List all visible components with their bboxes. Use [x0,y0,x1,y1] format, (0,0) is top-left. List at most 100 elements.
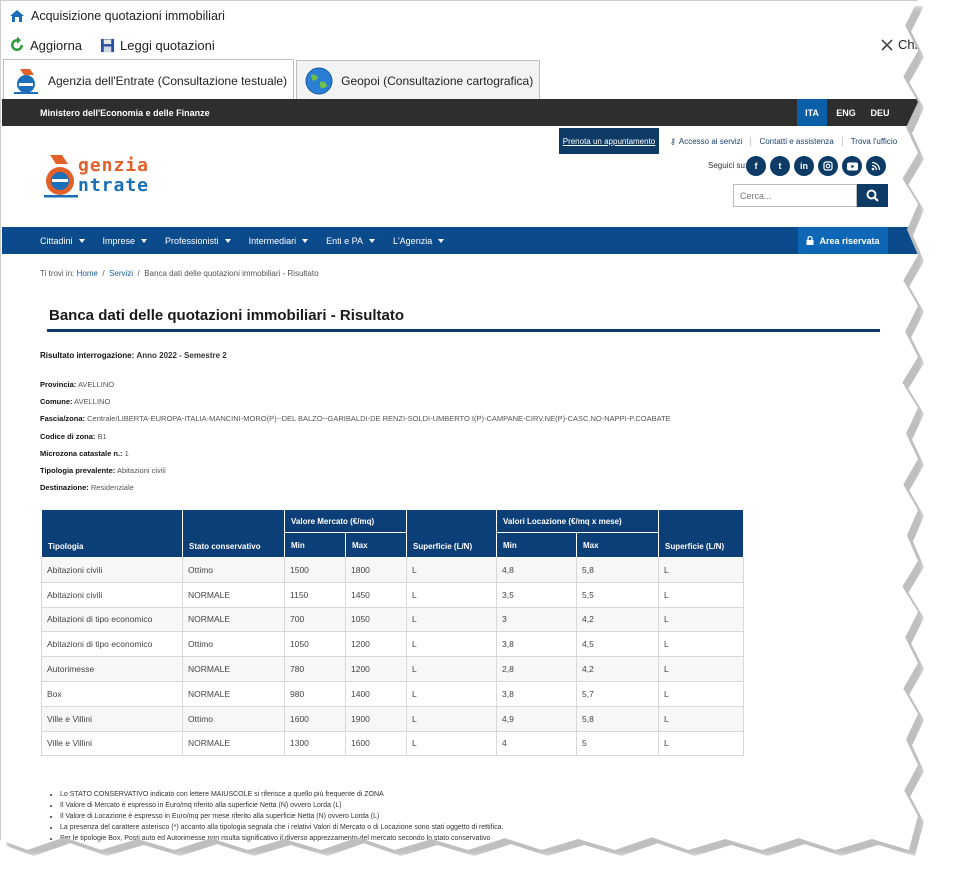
window-title: Acquisizione quotazioni immobiliari [31,9,225,23]
search-button[interactable] [857,184,888,207]
lang-deu[interactable]: DEU [865,99,895,126]
field-value: Centrale/LIBERTA-EUROPA-ITALIA-MANCINI-M… [87,414,671,423]
table-cell: 3,8 [496,631,577,658]
note-item: Il Valore di Mercato è espresso in Euro/… [60,802,503,813]
table-cell: 4 [496,730,577,757]
table-cell: 780 [284,656,346,682]
agenzia-logo-icon [14,68,38,94]
search-input[interactable] [733,184,857,207]
youtube-icon[interactable] [842,156,862,176]
table-cell: 1800 [345,557,407,583]
table-cell: NORMALE [182,656,285,682]
field-label: Codice di zona: [40,432,96,441]
table-cell: 1500 [284,557,346,583]
header-link-services[interactable]: ⚷ Accesso ai servizi [662,137,750,146]
table-cell: 5,8 [576,705,659,732]
table-row: Box NORMALE 980 1400 L 3,8 5,7 L [41,680,744,707]
table-cell: 5 [576,730,659,757]
table-cell: 980 [284,680,346,707]
nav-imprese-label: Imprese [102,235,136,246]
nav-imprese[interactable]: Imprese [103,236,148,246]
header-links: ⚷ Accesso ai servizi Contatti e assistenz… [662,128,905,154]
table-cell: Ville e Villini [41,705,183,732]
tab-strip: Agenzia dell'Entrate (Consultazione test… [1,59,918,101]
nav-intermediari[interactable]: Intermediari [249,236,309,246]
caret-down-icon [368,238,375,243]
breadcrumb-servizi[interactable]: Servizi [109,269,133,278]
group-market-header: Valore Mercato (€/mq) [284,509,407,533]
field-label: Destinazione: [40,483,89,492]
table-cell: L [406,581,497,608]
tab-geopoi[interactable]: Geopoi (Consultazione cartografica) [296,60,541,100]
main-nav: Cittadini Imprese Professionisti Interme… [2,227,918,254]
header-link-office[interactable]: Trova l'ufficio [841,136,905,146]
reserved-area-button[interactable]: Area riservata [798,227,888,254]
table-cell: L [658,581,744,608]
table-cell: NORMALE [182,606,285,633]
agenzia-entrate-logo[interactable]: genzia ntrate [40,151,190,201]
table-cell: Autorimesse [41,656,183,682]
breadcrumb-home[interactable]: Home [77,269,98,278]
twitter-icon[interactable]: t [770,156,790,176]
table-cell: Abitazioni civili [41,581,183,608]
table-cell: 1400 [345,680,407,707]
ministry-strip: Ministero dell'Economia e delle Finanze … [2,99,918,126]
social-label: Seguici su: [708,161,748,170]
nav-cittadini-label: Cittadini [40,235,73,246]
field-tipologia: Tipologia prevalente: Abitazioni civili [40,466,166,475]
nav-professionisti[interactable]: Professionisti [165,236,231,246]
table-cell: Abitazioni civili [41,557,183,583]
ministry-label[interactable]: Ministero dell'Economia e delle Finanze [40,108,210,118]
table-cell: Abitazioni di tipo economico [41,606,183,633]
table-row: Abitazioni di tipo economico Ottimo 1050 12… [41,631,744,658]
tab-geopoi-label: Geopoi (Consultazione cartografica) [341,73,534,88]
logo-text-entrate: ntrate [78,175,150,196]
note-item: La presenza del carattere asterisco (*) … [60,824,503,835]
table-cell: L [406,557,497,583]
close-icon [881,38,893,51]
table-cell: Abitazioni di tipo economico [41,631,183,658]
table-row: Abitazioni civili Ottimo 1500 1800 L 4,8 5,8 L [41,557,744,583]
tab-agenzia[interactable]: Agenzia dell'Entrate (Consultazione test… [3,59,295,101]
breadcrumb-current: Banca dati delle quotazioni immobiliari … [144,269,319,278]
instagram-icon[interactable] [818,156,838,176]
booking-link[interactable]: Prenota un appuntamento [559,128,659,154]
nav-enti-pa[interactable]: Enti e PA [326,236,375,246]
table-cell: NORMALE [182,581,285,608]
field-label: Microzona catastale n.: [40,449,123,458]
nav-professionisti-label: Professionisti [165,235,219,246]
col-market-min: Min [284,532,346,558]
table-cell: Ottimo [182,631,285,658]
table-cell: Ville e Villini [41,730,183,757]
notes-list: Lo STATO CONSERVATIVO indicato con lette… [50,791,503,846]
table-body: Abitazioni civili Ottimo 1500 1800 L 4,8 5,8 L A… [41,557,744,757]
close-tool-button[interactable]: Chi [880,37,918,52]
lang-ita[interactable]: ITA [797,99,827,126]
table-cell: L [406,631,497,658]
table-cell: 3 [496,606,577,633]
nav-cittadini[interactable]: Cittadini [40,236,85,246]
rss-icon[interactable] [866,156,886,176]
tab-agenzia-label: Agenzia dell'Entrate (Consultazione test… [48,73,288,88]
note-item: Lo STATO CONSERVATIVO indicato con lette… [60,791,503,802]
facebook-icon[interactable]: f [746,156,766,176]
table-cell: L [406,705,497,732]
field-codice-zona: Codice di zona: B1 [40,432,107,441]
table-row: Autorimesse NORMALE 780 1200 L 2,8 4,2 L [41,656,744,682]
field-label: Provincia: [40,380,77,389]
table-cell: L [406,680,497,707]
lock-icon [806,236,814,245]
house-app-icon [10,10,24,22]
table-cell: L [658,656,744,682]
globe-icon [305,67,333,94]
table-cell: 1300 [284,730,346,757]
linkedin-icon[interactable]: in [794,156,814,176]
nav-agenzia[interactable]: L'Agenzia [393,236,445,246]
read-quotations-button[interactable]: Leggi quotazioni [100,38,215,53]
table-cell: 1900 [345,705,407,732]
header-link-contacts[interactable]: Contatti e assistenza [750,136,841,146]
refresh-button[interactable]: Aggiorna [9,37,82,53]
title-divider [47,329,880,332]
field-value: AVELLINO [74,397,111,406]
lang-eng[interactable]: ENG [831,99,861,126]
